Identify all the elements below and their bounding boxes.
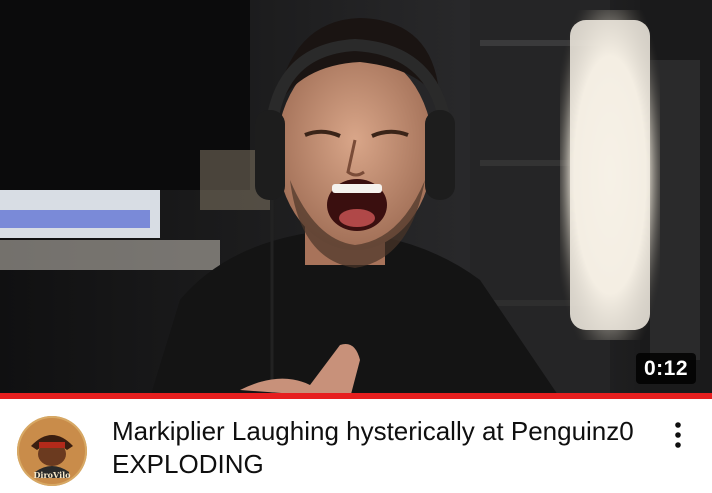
video-thumbnail[interactable]: 0:12 <box>0 0 712 398</box>
svg-text:DiroVilo: DiroVilo <box>33 470 71 480</box>
duration-badge: 0:12 <box>635 353 696 384</box>
thumbnail-image <box>0 0 712 398</box>
more-vert-icon <box>675 422 681 448</box>
channel-avatar[interactable]: DiroVilo <box>17 416 87 486</box>
video-card[interactable]: 0:12 DiroVilo Markiplier Laughing hyster… <box>0 0 712 493</box>
video-meta: DiroVilo Markiplier Laughing hystericall… <box>0 399 712 493</box>
channel-avatar-icon: DiroVilo <box>17 416 87 486</box>
video-title[interactable]: Markiplier Laughing hysterically at Peng… <box>112 415 652 481</box>
more-options-button[interactable] <box>660 417 696 453</box>
